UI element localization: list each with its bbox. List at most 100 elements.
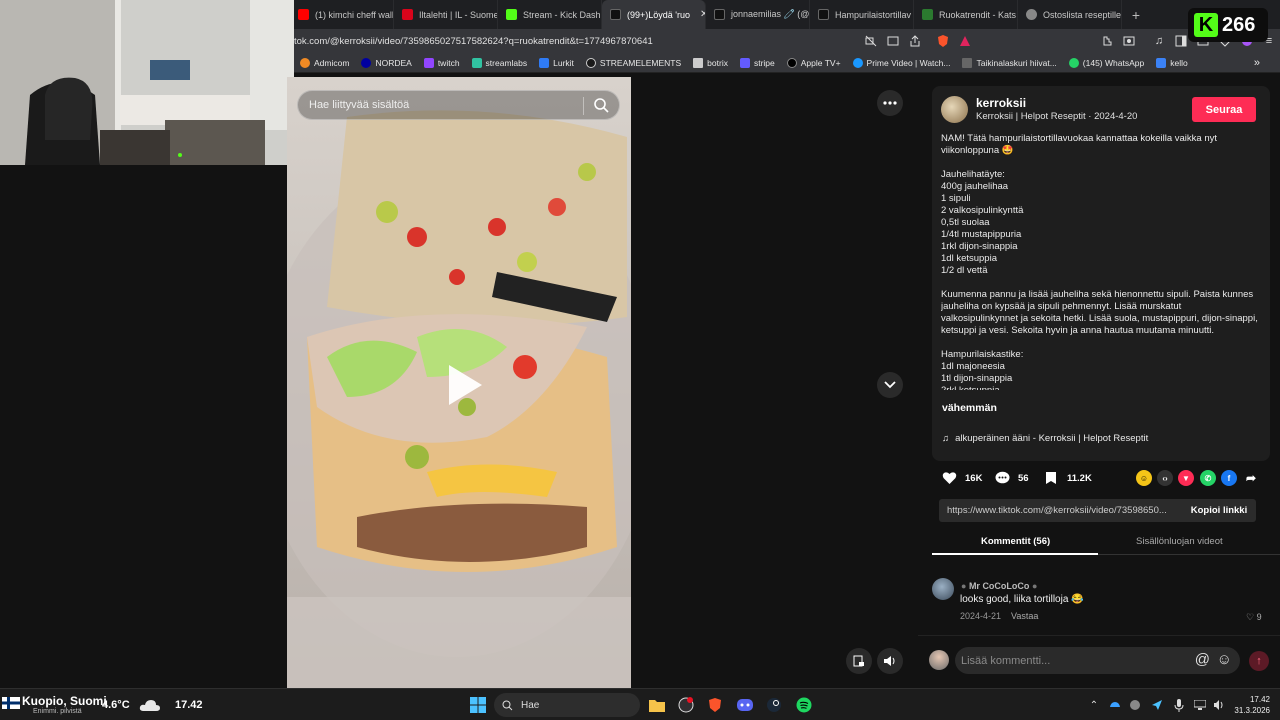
discord-icon[interactable]	[736, 693, 754, 717]
no-camera-icon[interactable]	[860, 30, 882, 52]
lurkit-icon	[539, 57, 550, 68]
comment-input[interactable]: Lisää kommentti... @ ☺	[955, 647, 1240, 674]
tab-creator-videos[interactable]: Sisällönluojan videot	[1136, 536, 1223, 547]
tab-comments[interactable]: Kommentit (56)	[981, 536, 1050, 547]
tab-3-active[interactable]: (99+)Löydä 'ruo ✕	[602, 0, 706, 29]
creator-meta: Kerroksii | Helpot Reseptit · 2024-4-20	[976, 111, 1138, 122]
tray-icon-3[interactable]	[1150, 693, 1164, 717]
chevron-up-icon[interactable]: ⌃	[1088, 693, 1100, 717]
mention-icon[interactable]: @	[1195, 651, 1210, 668]
speaker-icon[interactable]	[1212, 693, 1226, 717]
taskbar-search[interactable]: Hae	[494, 693, 640, 717]
cast-icon[interactable]	[882, 30, 904, 52]
tray-icon-2[interactable]	[1128, 693, 1142, 717]
bookmark-taikinalaskuri[interactable]: Taikinalaskuri hiivat...	[958, 57, 1060, 68]
screenshot-icon[interactable]	[1118, 30, 1140, 52]
admicom-icon	[300, 57, 310, 68]
commenter-name[interactable]: ● Mr CoCoLoCo ●	[961, 581, 1037, 591]
tab-label: Hampurilaistortillav	[835, 9, 912, 20]
bookmarks-more-button[interactable]: »	[1250, 57, 1264, 69]
bookmark-label: kello	[1170, 57, 1188, 68]
new-tab-button[interactable]: +	[1122, 7, 1150, 23]
bookmark-lurkit[interactable]: Lurkit	[535, 57, 578, 68]
tray-icon-1[interactable]	[1108, 693, 1122, 717]
brave-rewards-icon[interactable]	[954, 30, 976, 52]
kick-icon	[506, 9, 517, 20]
bookmark-stripe[interactable]: stripe	[736, 57, 779, 68]
brave-shield-icon[interactable]	[932, 30, 954, 52]
share-icon[interactable]	[904, 30, 926, 52]
tab-6[interactable]: Ruokatrendit - Kats	[914, 0, 1018, 29]
bookmark-streamlabs[interactable]: streamlabs	[468, 57, 532, 68]
music-link[interactable]: ♫ alkuperäinen ääni - Kerroksii | Helpot…	[942, 433, 1148, 444]
music-note-icon[interactable]: ♫	[1148, 30, 1170, 52]
volume-icon[interactable]	[877, 648, 903, 674]
bookmark-kello[interactable]: kello	[1152, 57, 1191, 68]
commenter-avatar[interactable]	[932, 578, 954, 600]
creator-username[interactable]: kerroksii	[976, 96, 1026, 110]
search-placeholder: Hae liittyvää sisältöä	[309, 99, 410, 111]
bookmark-label: Taikinalaskuri hiivat...	[976, 57, 1057, 68]
next-video-chevron-down-icon[interactable]	[877, 372, 903, 398]
windows-start-icon[interactable]	[469, 693, 487, 717]
comment-like-button[interactable]: ♡ 9	[1246, 612, 1262, 623]
reply-button[interactable]: Vastaa	[1011, 611, 1038, 621]
send-icon[interactable]: ▼	[1178, 470, 1194, 486]
tab-1[interactable]: Iltalehti | IL - Suome	[394, 0, 498, 29]
copy-link-button[interactable]: Kopioi linkki	[1182, 499, 1256, 522]
tab-4[interactable]: jonnaemilias 🧷 (@	[706, 0, 810, 29]
tab-2[interactable]: Stream - Kick Dashb	[498, 0, 602, 29]
bookmark-whatsapp[interactable]: (145) WhatsApp	[1065, 57, 1148, 68]
temperature[interactable]: 4.6°C	[102, 693, 130, 717]
spotify-icon[interactable]	[795, 693, 813, 717]
creator-avatar[interactable]	[941, 96, 968, 123]
url-field[interactable]: tok.com/@kerroksii/video/735986502751758…	[294, 36, 860, 47]
kick-viewer-count: 266	[1222, 13, 1256, 36]
brave-icon[interactable]	[706, 693, 724, 717]
emoji-icon[interactable]: ☺	[1217, 651, 1232, 668]
taskbar-search-label: Hae	[521, 699, 540, 711]
like-count: 16K	[965, 472, 983, 484]
play-button[interactable]	[440, 361, 488, 409]
file-explorer-icon[interactable]	[648, 693, 666, 717]
related-search-input[interactable]: Hae liittyvää sisältöä	[297, 90, 620, 120]
share-friend-icon[interactable]: ☺	[1136, 470, 1152, 486]
tab-label: Ostoslista reseptille	[1043, 9, 1122, 20]
clock-time: 17.42	[1249, 695, 1270, 704]
comment-button[interactable]: 56	[994, 470, 1029, 486]
microphone-icon[interactable]	[1172, 693, 1186, 717]
bookmark-nordea[interactable]: NORDEA	[357, 57, 415, 68]
bookmark-primevideo[interactable]: Prime Video | Watch...	[849, 57, 955, 68]
share-arrow-icon[interactable]: ➦	[1243, 470, 1259, 486]
bookmark-twitch[interactable]: twitch	[420, 57, 464, 68]
extensions-icon[interactable]	[1096, 30, 1118, 52]
whatsapp-icon[interactable]: ✆	[1200, 470, 1216, 486]
tab-label: (99+)Löydä 'ruo	[627, 9, 691, 20]
facebook-icon[interactable]: f	[1221, 470, 1237, 486]
tab-5[interactable]: Hampurilaistortillav	[810, 0, 914, 29]
bookmark-botrix[interactable]: botrix	[689, 57, 732, 68]
bookmark-appletv[interactable]: Apple TV+	[783, 57, 845, 68]
search-icon[interactable]	[593, 97, 609, 116]
mini-player-icon[interactable]	[846, 648, 872, 674]
whatsapp-icon	[1068, 57, 1079, 68]
like-button[interactable]: 16K	[941, 470, 982, 486]
more-options-icon[interactable]	[877, 90, 903, 116]
save-button[interactable]: 11.2K	[1043, 470, 1092, 486]
bookmark-admicom[interactable]: Admicom	[296, 57, 353, 68]
tab-7[interactable]: Ostoslista reseptille	[1018, 0, 1122, 29]
embed-icon[interactable]: ‹›	[1157, 470, 1173, 486]
clock[interactable]: 17.42 31.3.2026	[1226, 692, 1270, 718]
send-comment-button[interactable]: ↑	[1249, 651, 1269, 671]
bookmark-streamelements[interactable]: STREAMELEMENTS	[582, 57, 685, 68]
network-icon[interactable]	[1193, 693, 1207, 717]
show-less-button[interactable]: vähemmän	[942, 402, 997, 414]
active-tab-indicator	[932, 553, 1098, 555]
follow-button[interactable]: Seuraa	[1192, 97, 1256, 122]
obs-icon[interactable]	[677, 693, 695, 717]
steam-icon[interactable]	[765, 693, 783, 717]
badge-icon: ●	[1029, 581, 1038, 591]
bookmark-label: twitch	[437, 57, 460, 68]
divider	[583, 97, 584, 115]
tab-0[interactable]: (1) kimchi cheff wall	[294, 0, 394, 29]
